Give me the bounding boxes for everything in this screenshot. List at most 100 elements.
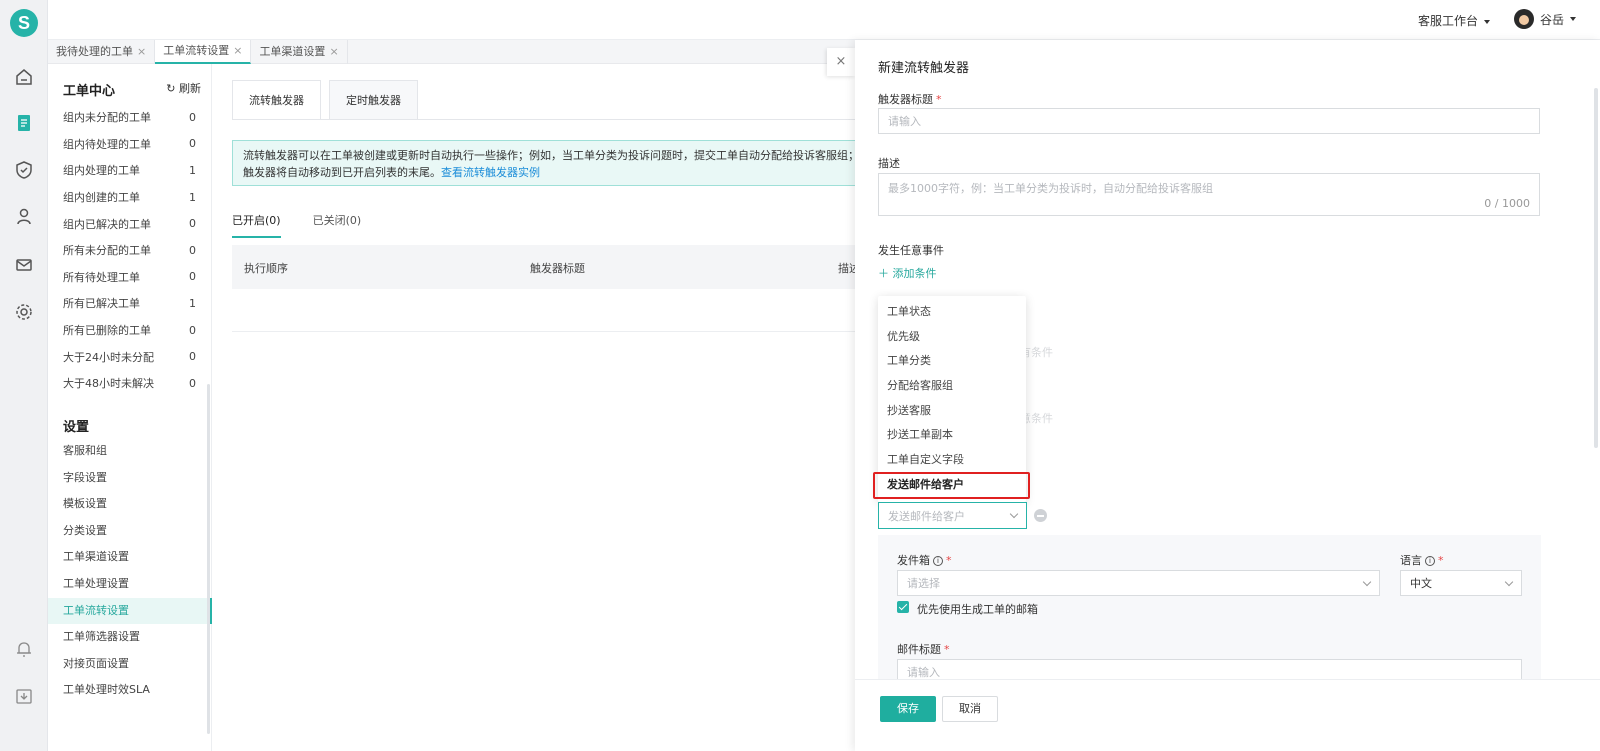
- settings-title: 设置: [63, 420, 90, 435]
- app-logo[interactable]: S: [10, 9, 38, 37]
- chevron-down-icon: [1504, 577, 1514, 586]
- trigger-type-tabs: 流转触发器 定时触发器: [232, 80, 426, 120]
- mailbox-select[interactable]: 请选择: [897, 570, 1380, 596]
- table-header: 执行顺序 触发器标题 描述: [232, 245, 872, 289]
- settings-item[interactable]: 模板设置: [48, 491, 212, 518]
- sidebar-item[interactable]: 组内待处理的工单 0: [48, 131, 212, 158]
- language-select[interactable]: 中文: [1400, 570, 1522, 596]
- new-trigger-drawer: 新建流转触发器 触发器标题 * 请输入 描述 最多1000字符，例：当工单分类为投…: [855, 40, 1600, 751]
- avatar: [1513, 9, 1534, 29]
- sidebar-item[interactable]: 大于24小时未分配 0: [48, 343, 212, 370]
- ticket-view-list: 组内未分配的工单 0 组内待处理的工单 0 组内处理的工单 1 组内创建的工单 1 组内…: [48, 104, 212, 397]
- sidebar-item[interactable]: 大于48小时未解决 0: [48, 370, 212, 397]
- sidebar-item[interactable]: 所有待处理工单 0: [48, 264, 212, 291]
- settings-list: 客服和组 字段设置 模板设置 分类设置 工单渠道设置 工单处理设置 工单流转设置…: [48, 438, 212, 704]
- sidebar-item[interactable]: 所有未分配的工单 0: [48, 237, 212, 264]
- caret-down-icon: [1484, 19, 1490, 24]
- settings-item[interactable]: 客服和组: [48, 438, 212, 465]
- download-icon[interactable]: [14, 686, 34, 706]
- info-banner: 流转触发器可以在工单被创建或更新时自动执行一些操作；例如，当工单分类为投诉问题时…: [232, 140, 872, 186]
- plus-icon: ＋: [878, 267, 889, 280]
- main-content: 流转触发器 定时触发器 流转触发器可以在工单被创建或更新时自动执行一些操作；例如…: [212, 64, 872, 751]
- table-divider: [232, 331, 872, 332]
- prefer-mailbox-checkbox[interactable]: [897, 601, 909, 613]
- close-icon[interactable]: ×: [233, 39, 242, 63]
- page-tabs: 我待处理的工单 × 工单流转设置 × 工单渠道设置 ×: [48, 40, 868, 64]
- bell-icon[interactable]: [14, 639, 34, 659]
- top-bar: 客服工作台 谷岳: [48, 0, 1600, 40]
- settings-item-active[interactable]: 工单流转设置: [48, 597, 212, 625]
- tab-flow-trigger[interactable]: 流转触发器: [232, 80, 321, 120]
- desc-textarea[interactable]: 最多1000字符，例：当工单分类为投诉时，自动分配给投诉客服组 0 / 1000: [878, 173, 1540, 216]
- sidebar-item[interactable]: 组内处理的工单 1: [48, 157, 212, 184]
- action-select[interactable]: 发送邮件给客户: [878, 502, 1027, 529]
- drawer-footer: 保存 取消: [855, 679, 1600, 751]
- info-text-2: 触发器将自动移动到已开启列表的末尾。: [243, 166, 441, 179]
- refresh-button[interactable]: ↻ 刷新: [166, 80, 201, 96]
- drawer-title: 新建流转触发器: [878, 61, 970, 76]
- close-icon[interactable]: ×: [329, 40, 338, 64]
- dropdown-option[interactable]: 分配给客服组: [878, 374, 1026, 399]
- tab-channel-settings[interactable]: 工单渠道设置 ×: [251, 40, 348, 64]
- mail-title-label: 邮件标题 *: [897, 643, 950, 656]
- prefer-mailbox-label: 优先使用生成工单的邮箱: [917, 603, 1038, 616]
- user-icon[interactable]: [14, 207, 34, 227]
- example-link[interactable]: 查看流转触发器实例: [441, 166, 540, 179]
- settings-item[interactable]: 工单渠道设置: [48, 544, 212, 571]
- col-order: 执行顺序: [244, 262, 288, 275]
- tab-open[interactable]: 已开启(0): [232, 212, 281, 238]
- sidebar-title: 工单中心: [63, 84, 116, 99]
- settings-item[interactable]: 工单处理设置: [48, 571, 212, 598]
- tab-timed-trigger[interactable]: 定时触发器: [329, 80, 418, 120]
- dropdown-option[interactable]: 抄送客服: [878, 399, 1026, 424]
- info-icon: i: [1425, 556, 1435, 566]
- dropdown-option[interactable]: 优先级: [878, 325, 1026, 350]
- settings-item[interactable]: 工单处理时效SLA: [48, 677, 212, 704]
- drawer-scrollbar[interactable]: [1594, 88, 1598, 448]
- sidebar-item[interactable]: 组内创建的工单 1: [48, 184, 212, 211]
- col-title: 触发器标题: [530, 262, 585, 275]
- tab-my-pending[interactable]: 我待处理的工单 ×: [48, 40, 156, 64]
- user-menu[interactable]: 谷岳: [1513, 9, 1576, 29]
- caret-down-icon: [1570, 17, 1576, 21]
- info-icon: i: [933, 556, 943, 566]
- drawer-close-button[interactable]: ×: [827, 48, 855, 76]
- close-icon[interactable]: ×: [137, 40, 146, 64]
- settings-item[interactable]: 分类设置: [48, 518, 212, 545]
- refresh-icon: ↻: [166, 82, 176, 95]
- tab-closed[interactable]: 已关闭(0): [313, 212, 362, 238]
- chevron-down-icon: [1362, 577, 1372, 586]
- event-label: 发生任意事件: [878, 244, 944, 257]
- icon-rail: S: [0, 0, 48, 751]
- language-label: 语言 i *: [1400, 554, 1444, 567]
- char-counter: 0 / 1000: [1484, 197, 1530, 210]
- tab-flow-settings[interactable]: 工单流转设置 ×: [155, 39, 252, 64]
- gear-icon[interactable]: [14, 302, 34, 322]
- remove-action-icon[interactable]: [1034, 509, 1047, 522]
- mailbox-label: 发件箱 i *: [897, 554, 952, 567]
- save-button[interactable]: 保存: [880, 696, 936, 722]
- desc-label: 描述: [878, 157, 900, 170]
- status-tabs: 已开启(0) 已关闭(0): [232, 212, 393, 238]
- user-name: 谷岳: [1539, 12, 1564, 27]
- dropdown-option[interactable]: 工单分类: [878, 349, 1026, 374]
- home-icon[interactable]: [14, 67, 34, 87]
- sidebar-item[interactable]: 所有已解决工单 1: [48, 290, 212, 317]
- add-condition-button[interactable]: ＋ 添加条件: [878, 265, 937, 281]
- shield-icon[interactable]: [14, 160, 34, 180]
- trigger-title-input[interactable]: 请输入: [878, 108, 1540, 134]
- ticket-icon[interactable]: [14, 113, 34, 133]
- settings-item[interactable]: 对接页面设置: [48, 651, 212, 678]
- dropdown-option[interactable]: 工单自定义字段: [878, 448, 1026, 473]
- settings-item[interactable]: 工单筛选器设置: [48, 624, 212, 651]
- sidebar-item[interactable]: 所有已删除的工单 0: [48, 317, 212, 344]
- sidebar-item[interactable]: 组内已解决的工单 0: [48, 210, 212, 237]
- sidebar-scrollbar[interactable]: [207, 384, 210, 734]
- dropdown-option[interactable]: 工单状态: [878, 300, 1026, 325]
- sidebar-item[interactable]: 组内未分配的工单 0: [48, 104, 212, 131]
- workbench-dropdown[interactable]: 客服工作台: [1418, 12, 1490, 29]
- dropdown-option[interactable]: 抄送工单副本: [878, 423, 1026, 448]
- mail-icon[interactable]: [14, 255, 34, 275]
- settings-item[interactable]: 字段设置: [48, 465, 212, 492]
- cancel-button[interactable]: 取消: [942, 696, 998, 722]
